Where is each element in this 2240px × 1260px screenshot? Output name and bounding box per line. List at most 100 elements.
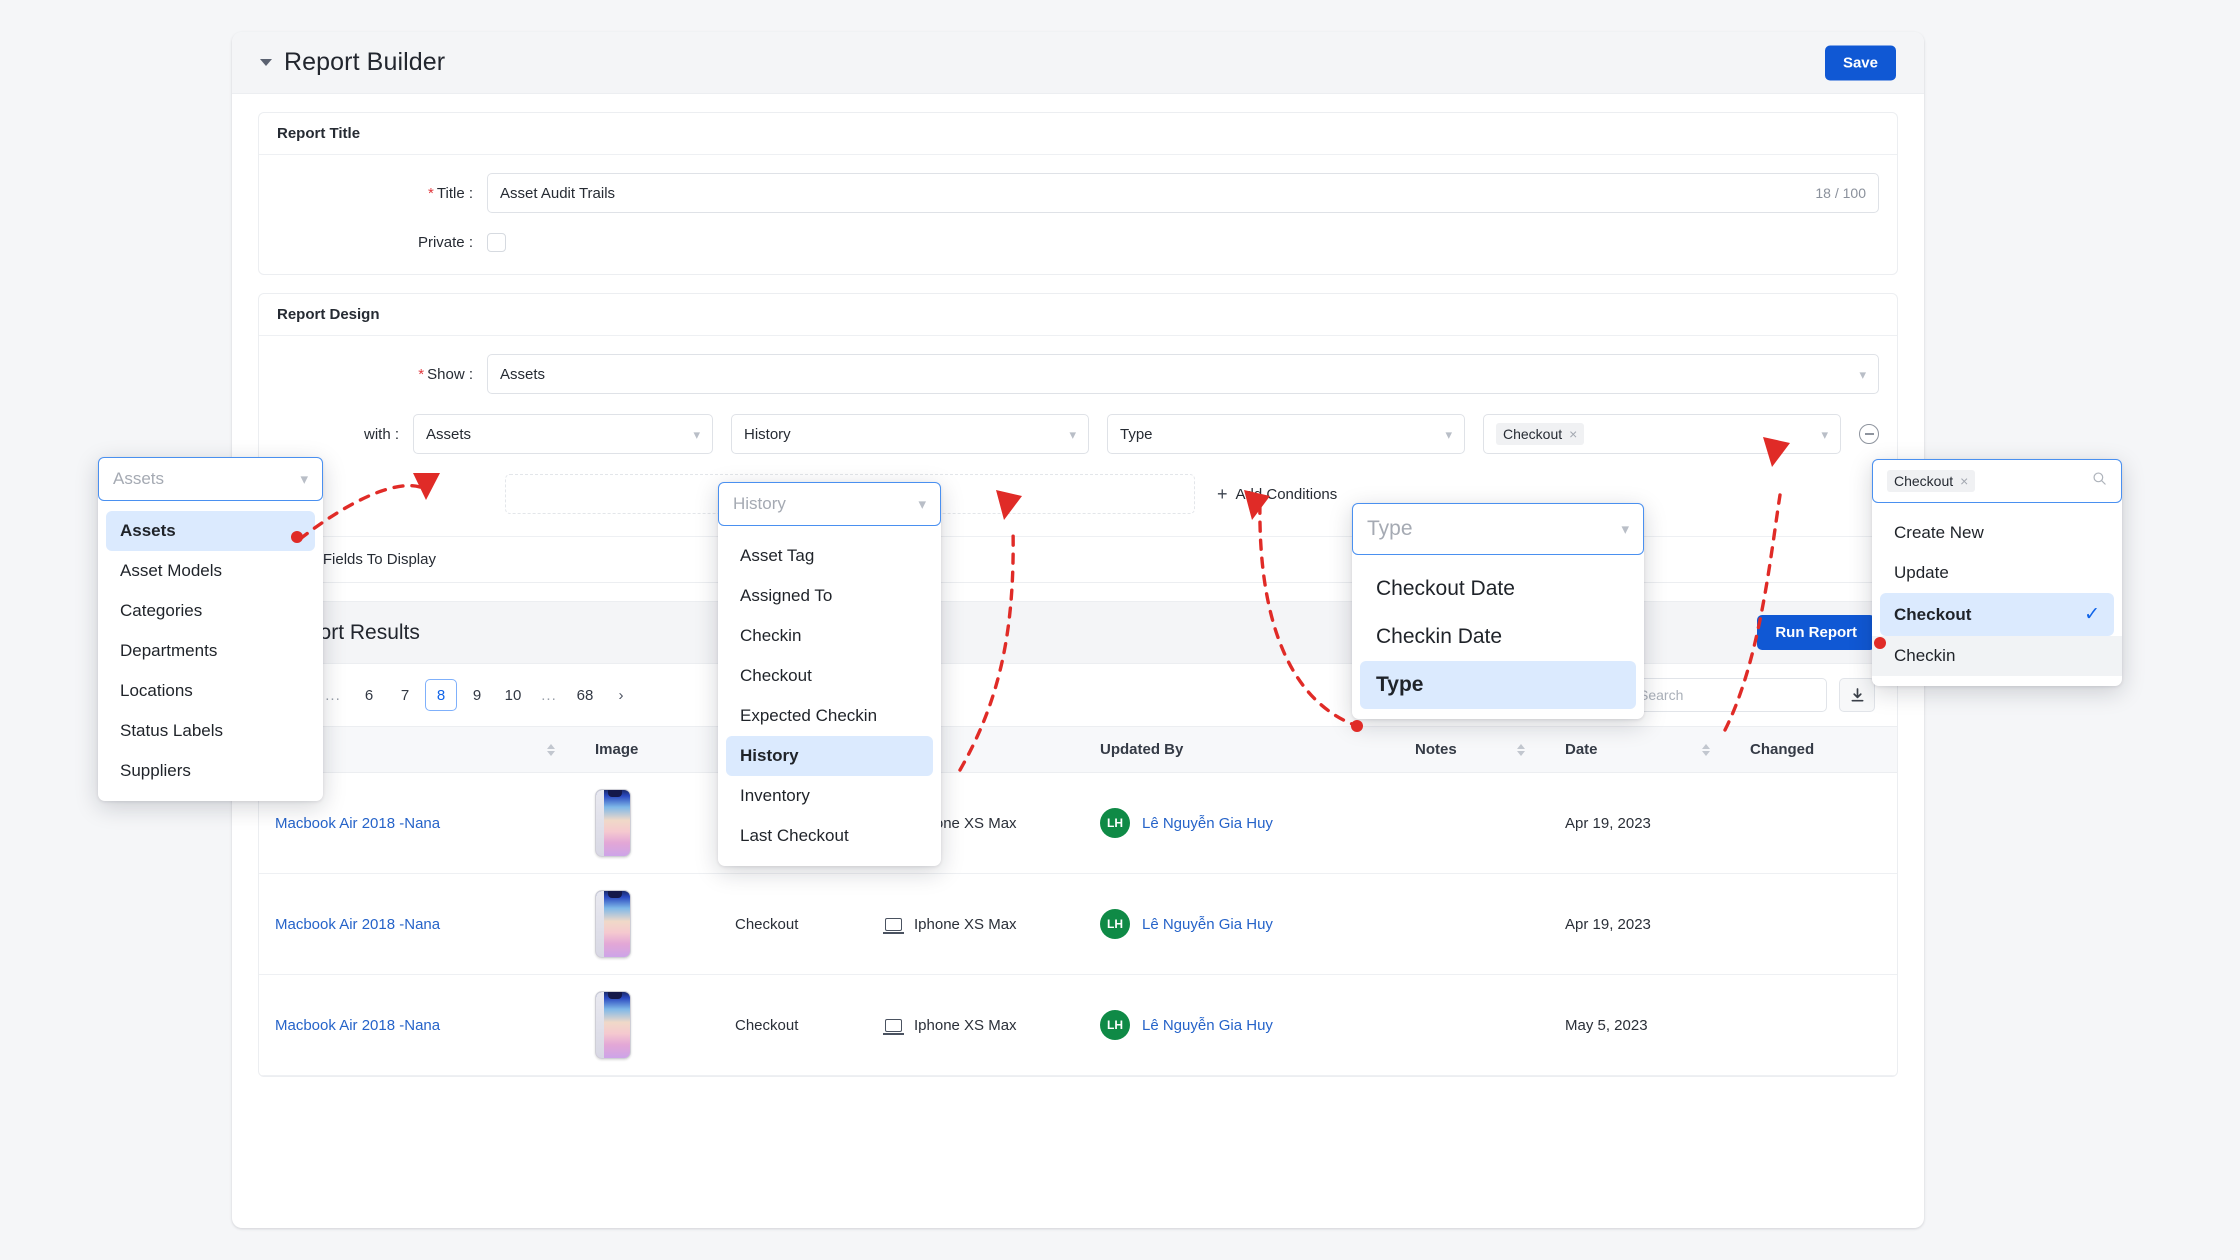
- relation-option-inventory[interactable]: Inventory: [718, 776, 941, 816]
- relation-option-expected-checkin[interactable]: Expected Checkin: [718, 696, 941, 736]
- value-option-update[interactable]: Update: [1872, 553, 2122, 593]
- sort-icon[interactable]: [1702, 744, 1718, 756]
- plus-icon: +: [1217, 485, 1228, 503]
- title-label: *Title :: [277, 185, 487, 202]
- report-builder-card: Report Builder Save Report Title *Title …: [232, 32, 1924, 1228]
- report-title-section: Report Title *Title : Asset Audit Trails…: [258, 112, 1898, 275]
- cell-name: Macbook Air 2018 -Nana: [259, 975, 579, 1076]
- pagination-page-6[interactable]: 6: [353, 679, 385, 711]
- minus-circle-icon[interactable]: [1859, 424, 1879, 444]
- cell-name: Macbook Air 2018 -Nana: [259, 874, 579, 975]
- with-field-select[interactable]: Type ▾: [1107, 414, 1465, 454]
- with-source-select[interactable]: Assets ▾: [413, 414, 713, 454]
- field-dropdown-input[interactable]: Type ▾: [1352, 503, 1644, 555]
- with-field-value: Type: [1120, 426, 1153, 443]
- iphone-thumbnail[interactable]: [595, 789, 631, 857]
- check-icon: ✓: [2084, 603, 2100, 626]
- run-report-button[interactable]: Run Report: [1757, 615, 1875, 650]
- value-tag-remove-icon[interactable]: ×: [1569, 426, 1577, 442]
- search-area: [1627, 678, 1875, 712]
- title-char-counter: 18 / 100: [1815, 185, 1866, 201]
- source-option-categories[interactable]: Categories: [98, 591, 323, 631]
- asset-name-link[interactable]: Macbook Air 2018 -Nana: [275, 815, 440, 832]
- pagination-page-9[interactable]: 9: [461, 679, 493, 711]
- value-dropdown-input[interactable]: Checkout ×: [1872, 459, 2122, 503]
- relation-dropdown-popover: History ▾ Asset Tag Assigned To Checkin …: [718, 482, 941, 866]
- chevron-down-icon: ▾: [300, 472, 308, 487]
- sort-icon[interactable]: [547, 744, 563, 756]
- table-row: Macbook Air 2018 -NanaCheckoutIphone XS …: [259, 874, 1897, 975]
- cell-updated-by: LH Lê Nguyễn Gia Huy: [1084, 975, 1399, 1076]
- sort-icon[interactable]: [1517, 744, 1533, 756]
- field-dropdown-value: Type: [1367, 517, 1413, 541]
- title-value: Asset Audit Trails: [500, 185, 615, 202]
- relation-option-checkout[interactable]: Checkout: [718, 656, 941, 696]
- source-dropdown-input[interactable]: Assets ▾: [98, 457, 323, 501]
- search-input[interactable]: [1627, 678, 1827, 712]
- field-option-type[interactable]: Type: [1360, 661, 1636, 709]
- with-value-select[interactable]: Checkout × ▾: [1483, 414, 1841, 454]
- source-option-departments[interactable]: Departments: [98, 631, 323, 671]
- pagination-page-7[interactable]: 7: [389, 679, 421, 711]
- cell-changed: [1734, 975, 1897, 1076]
- caret-down-icon[interactable]: [260, 59, 272, 66]
- pagination-page-10[interactable]: 10: [497, 679, 529, 711]
- chevron-down-icon: ▾: [1621, 522, 1629, 537]
- cell-action: Checkout: [719, 975, 869, 1076]
- updated-by-link[interactable]: Lê Nguyễn Gia Huy: [1142, 1017, 1273, 1034]
- report-title-heading: Report Title: [259, 113, 1897, 155]
- page-title: Report Builder: [284, 48, 445, 77]
- table-row: Macbook Air 2018 -NanaCheckoutIphone XS …: [259, 975, 1897, 1076]
- source-option-status-labels[interactable]: Status Labels: [98, 711, 323, 751]
- updated-by-link[interactable]: Lê Nguyễn Gia Huy: [1142, 815, 1273, 832]
- source-option-assets[interactable]: Assets: [106, 511, 315, 551]
- results-table: Name Image Actions Target Updated By Not…: [259, 726, 1897, 1076]
- with-relation-select[interactable]: History ▾: [731, 414, 1089, 454]
- relation-option-history[interactable]: History: [726, 736, 933, 776]
- relation-dropdown-input[interactable]: History ▾: [718, 482, 941, 526]
- source-option-suppliers[interactable]: Suppliers: [98, 751, 323, 791]
- asset-name-link[interactable]: Macbook Air 2018 -Nana: [275, 916, 440, 933]
- relation-option-checkin[interactable]: Checkin: [718, 616, 941, 656]
- field-option-checkout-date[interactable]: Checkout Date: [1352, 565, 1644, 613]
- private-checkbox[interactable]: [487, 233, 506, 252]
- asset-name-link[interactable]: Macbook Air 2018 -Nana: [275, 1017, 440, 1034]
- laptop-icon: [885, 1019, 902, 1032]
- field-option-checkin-date[interactable]: Checkin Date: [1352, 613, 1644, 661]
- source-option-locations[interactable]: Locations: [98, 671, 323, 711]
- add-conditions-button[interactable]: + Add Conditions: [1213, 485, 1337, 503]
- show-select[interactable]: Assets ▾: [487, 354, 1879, 394]
- results-table-head: Name Image Actions Target Updated By Not…: [259, 727, 1897, 773]
- pagination-next[interactable]: ›: [605, 679, 637, 711]
- value-option-checkin[interactable]: Checkin: [1872, 636, 2122, 676]
- save-button[interactable]: Save: [1825, 45, 1896, 80]
- cell-changed: [1734, 773, 1897, 874]
- field-dropdown-list: Checkout Date Checkin Date Type: [1352, 555, 1644, 719]
- avatar: LH: [1100, 1010, 1130, 1040]
- relation-dropdown-value: History: [733, 494, 786, 514]
- cell-changed: [1734, 874, 1897, 975]
- avatar: LH: [1100, 808, 1130, 838]
- value-option-checkout[interactable]: Checkout ✓: [1880, 593, 2114, 636]
- cell-date: May 5, 2023: [1549, 975, 1734, 1076]
- source-option-asset-models[interactable]: Asset Models: [98, 551, 323, 591]
- chevron-down-icon: ▾: [1821, 428, 1828, 441]
- value-dropdown-tag: Checkout ×: [1887, 470, 1975, 492]
- column-date[interactable]: Date: [1549, 727, 1734, 773]
- iphone-thumbnail[interactable]: [595, 890, 631, 958]
- source-dropdown-list: Assets Asset Models Categories Departmen…: [98, 501, 323, 801]
- updated-by-link[interactable]: Lê Nguyễn Gia Huy: [1142, 916, 1273, 933]
- search-icon: [2092, 471, 2107, 491]
- download-icon[interactable]: [1839, 678, 1875, 712]
- column-notes[interactable]: Notes: [1399, 727, 1549, 773]
- value-option-create-new[interactable]: Create New: [1872, 513, 2122, 553]
- relation-option-assigned-to[interactable]: Assigned To: [718, 576, 941, 616]
- pagination-page-68[interactable]: 68: [569, 679, 601, 711]
- value-tag-remove-icon[interactable]: ×: [1960, 473, 1968, 489]
- iphone-thumbnail[interactable]: [595, 991, 631, 1059]
- title-field[interactable]: Asset Audit Trails 18 / 100: [487, 173, 1879, 213]
- pagination-page-8[interactable]: 8: [425, 679, 457, 711]
- column-changed: Changed: [1734, 727, 1897, 773]
- relation-option-last-checkout[interactable]: Last Checkout: [718, 816, 941, 856]
- relation-option-asset-tag[interactable]: Asset Tag: [718, 536, 941, 576]
